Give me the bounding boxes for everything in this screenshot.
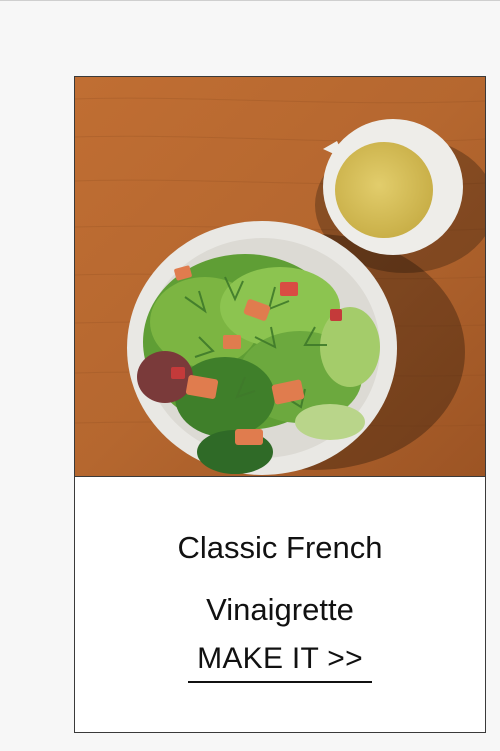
recipe-title-line-1: Classic French: [177, 530, 383, 565]
make-it-link[interactable]: MAKE IT >>: [188, 639, 372, 683]
recipe-photo[interactable]: [75, 77, 485, 477]
recipe-title: Classic French Vinaigrette: [75, 517, 485, 641]
recipe-card[interactable]: Classic French Vinaigrette MAKE IT >>: [74, 76, 486, 733]
salad-and-vinaigrette-image: [75, 77, 485, 476]
recipe-title-line-2: Vinaigrette: [206, 592, 354, 627]
top-divider: [0, 0, 500, 1]
